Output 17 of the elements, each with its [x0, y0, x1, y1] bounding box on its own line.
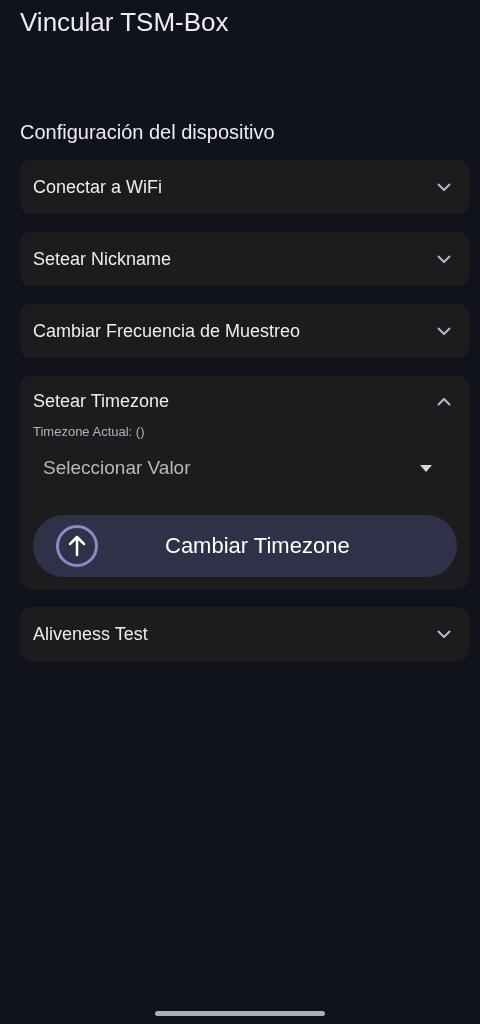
accordion-header[interactable]: Cambiar Frecuencia de Muestreo	[20, 304, 469, 358]
page-title: Vincular TSM-Box	[20, 6, 230, 38]
accordion-header[interactable]: Aliveness Test	[20, 607, 469, 661]
accordion-header[interactable]: Setear Timezone	[20, 376, 469, 424]
chevron-icon	[437, 182, 451, 192]
chevron-icon	[437, 254, 451, 264]
timezone-label: Timezone Actual: ()	[33, 424, 146, 439]
chevron-icon	[437, 396, 451, 406]
chevron-icon	[437, 629, 451, 639]
change-timezone-button[interactable]: Cambiar Timezone	[33, 515, 457, 577]
accordion-header[interactable]: Conectar a WiFi	[20, 160, 469, 214]
arrow-up-icon	[55, 524, 99, 568]
section-heading: Configuración del dispositivo	[20, 120, 276, 144]
dropdown-arrow-icon	[420, 464, 432, 472]
dropdown-field[interactable]: Seleccionar Valor	[33, 443, 457, 493]
chevron-icon	[437, 326, 451, 336]
accordion-header[interactable]: Setear Nickname	[20, 232, 469, 286]
